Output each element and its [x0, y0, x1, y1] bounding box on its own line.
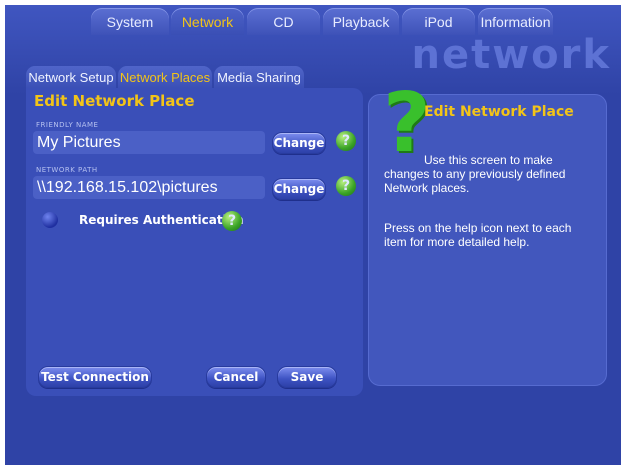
app-screen: System Network CD Playback iPod Informat…	[5, 5, 621, 465]
tab-ipod[interactable]: iPod	[402, 8, 475, 35]
friendly-name-label: FRIENDLY NAME	[36, 121, 99, 129]
help-paragraph-2: Press on the help icon next to each item…	[384, 221, 572, 249]
help-paragraph-1: Use this screen to make changes to any p…	[384, 153, 566, 195]
tab-playback[interactable]: Playback	[323, 8, 399, 35]
network-path-label: NETWORK PATH	[36, 166, 98, 174]
subtab-network-places[interactable]: Network Places	[118, 66, 212, 88]
subtab-network-setup[interactable]: Network Setup	[26, 66, 116, 88]
test-connection-button[interactable]: Test Connection	[38, 366, 152, 388]
cancel-button[interactable]: Cancel	[206, 366, 266, 388]
friendly-name-field[interactable]: My Pictures	[33, 131, 265, 154]
save-button[interactable]: Save	[277, 366, 337, 388]
tab-network[interactable]: Network	[171, 8, 244, 35]
help-title: Edit Network Place	[424, 104, 574, 120]
tab-information[interactable]: Information	[478, 8, 553, 35]
tab-cd[interactable]: CD	[247, 8, 320, 35]
help-question-icon[interactable]: ?	[222, 211, 242, 231]
change-network-path-button[interactable]: Change	[272, 178, 326, 200]
help-question-icon[interactable]: ?	[336, 131, 356, 151]
edit-form-panel: Edit Network Place FRIENDLY NAME My Pict…	[26, 88, 363, 396]
subtab-media-sharing[interactable]: Media Sharing	[214, 66, 304, 88]
form-title: Edit Network Place	[34, 92, 195, 110]
requires-auth-label: Requires Authentication	[79, 213, 244, 227]
section-watermark: network	[411, 32, 611, 78]
change-friendly-name-button[interactable]: Change	[272, 132, 326, 154]
radio-button-icon[interactable]	[42, 212, 58, 228]
tab-system[interactable]: System	[91, 8, 169, 35]
help-panel: ? Edit Network Place Use this screen to …	[368, 83, 607, 386]
help-question-icon[interactable]: ?	[336, 176, 356, 196]
network-path-field[interactable]: \\192.168.15.102\pictures	[33, 176, 265, 199]
